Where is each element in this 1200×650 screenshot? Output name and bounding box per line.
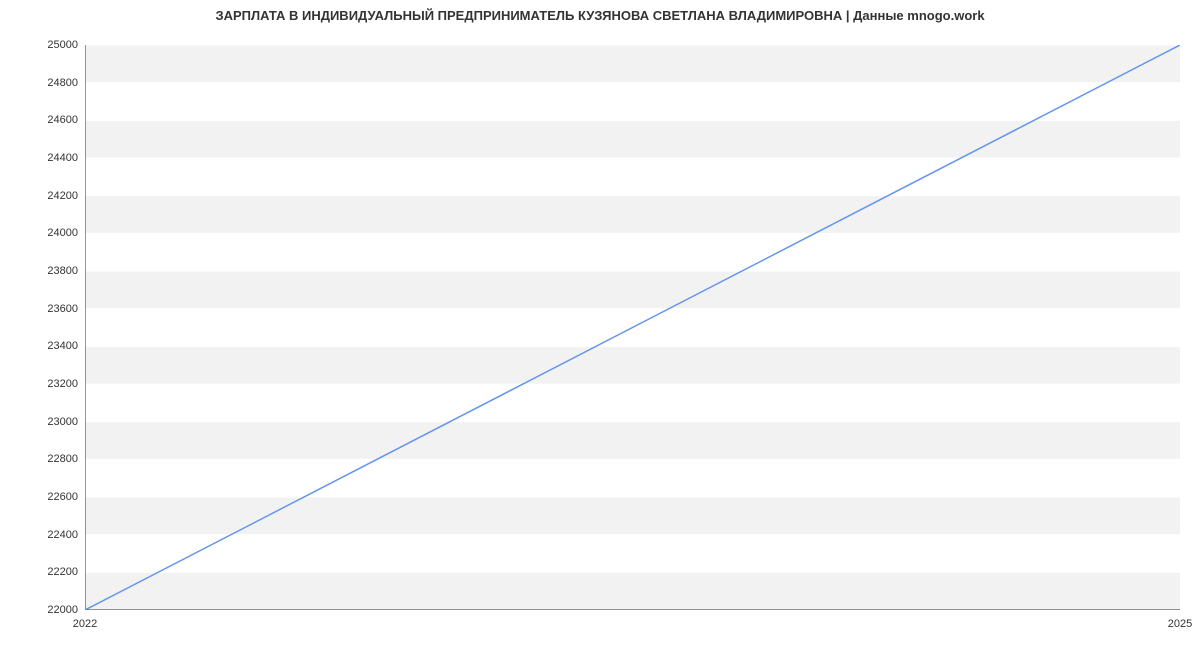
y-tick-label: 23400 <box>8 340 78 352</box>
y-tick-label: 24400 <box>8 152 78 164</box>
y-tick-label: 22400 <box>8 529 78 541</box>
y-tick-label: 25000 <box>8 39 78 51</box>
y-tick-label: 24200 <box>8 190 78 202</box>
y-tick-label: 23200 <box>8 378 78 390</box>
y-tick-label: 24800 <box>8 77 78 89</box>
chart-svg <box>85 45 1180 610</box>
y-tick-label: 24000 <box>8 227 78 239</box>
y-tick-label: 23800 <box>8 265 78 277</box>
y-tick-label: 22200 <box>8 566 78 578</box>
y-tick-label: 24600 <box>8 114 78 126</box>
y-tick-label: 22800 <box>8 453 78 465</box>
y-tick-label: 22000 <box>8 604 78 616</box>
x-tick-label: 2022 <box>73 618 97 630</box>
x-tick-label: 2025 <box>1168 618 1192 630</box>
y-tick-label: 23600 <box>8 303 78 315</box>
plot-area <box>85 45 1180 610</box>
y-tick-label: 23000 <box>8 416 78 428</box>
y-tick-label: 22600 <box>8 491 78 503</box>
chart-title: ЗАРПЛАТА В ИНДИВИДУАЛЬНЫЙ ПРЕДПРИНИМАТЕЛ… <box>0 8 1200 23</box>
